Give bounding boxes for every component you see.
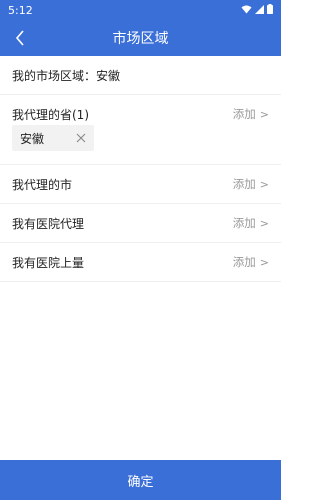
status-time: 5:12 xyxy=(8,3,33,17)
page-title: 市场区域 xyxy=(112,31,169,47)
status-bar: 5:12 xyxy=(0,0,281,20)
add-hospital-volume-label: 添加 xyxy=(232,255,256,269)
add-province-label: 添加 xyxy=(232,107,256,121)
add-province-button[interactable]: 添加 > xyxy=(233,103,269,125)
battery-icon xyxy=(267,3,273,17)
add-hospital-agent-button[interactable]: 添加 > xyxy=(233,204,269,242)
back-arrow-icon xyxy=(15,30,24,46)
city-row: 我代理的市 添加 > xyxy=(0,165,281,204)
add-city-button[interactable]: 添加 > xyxy=(233,165,269,203)
hospital-volume-label: 我有医院上量 xyxy=(12,255,85,270)
chevron-right-icon: > xyxy=(259,216,269,230)
hospital-volume-row: 我有医院上量 添加 > xyxy=(0,243,281,282)
chevron-right-icon: > xyxy=(259,255,269,269)
hospital-agent-label: 我有医院代理 xyxy=(12,216,85,231)
province-chip: 安徽 xyxy=(12,125,94,151)
back-button[interactable] xyxy=(6,24,34,52)
province-label: 我代理的省(1) xyxy=(12,108,89,122)
chevron-right-icon: > xyxy=(259,107,269,121)
confirm-label: 确定 xyxy=(127,474,154,490)
province-section: 我代理的省(1) 添加 > 安徽 xyxy=(0,95,281,165)
title-bar: 市场区域 xyxy=(0,20,281,56)
city-label: 我代理的市 xyxy=(12,177,73,192)
content: 我的市场区域：安徽 我代理的省(1) 添加 > 安徽 我代理的市 添加 > 我有… xyxy=(0,56,281,460)
confirm-button[interactable]: 确定 xyxy=(0,460,281,500)
chevron-right-icon: > xyxy=(259,177,269,191)
add-hospital-agent-label: 添加 xyxy=(232,216,256,230)
status-icons xyxy=(241,3,273,17)
remove-chip-icon[interactable] xyxy=(74,131,88,145)
wifi-icon xyxy=(241,4,252,17)
add-hospital-volume-button[interactable]: 添加 > xyxy=(233,243,269,281)
my-region-text: 我的市场区域：安徽 xyxy=(12,68,121,83)
add-city-label: 添加 xyxy=(232,177,256,191)
province-chip-label: 安徽 xyxy=(20,131,45,146)
hospital-agent-row: 我有医院代理 添加 > xyxy=(0,204,281,243)
signal-icon xyxy=(255,4,264,17)
my-region-row: 我的市场区域：安徽 xyxy=(0,56,281,95)
